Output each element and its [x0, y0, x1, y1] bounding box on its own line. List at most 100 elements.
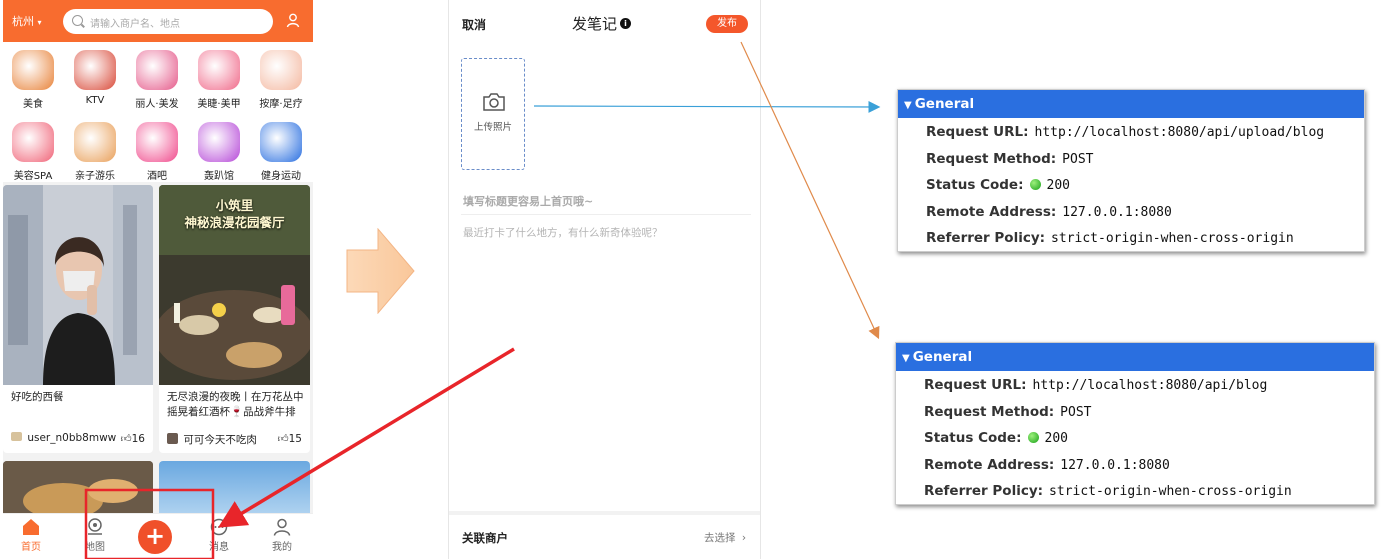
blog-cover-overlay-title: 小筑里 神秘浪漫花园餐厅 — [184, 198, 285, 230]
general-section-title: General — [912, 349, 973, 365]
blog-author: 可可今天不吃肉 — [167, 432, 257, 447]
request-row-key: Request Method: — [924, 403, 1055, 420]
request-row: Status Code: 200 — [926, 177, 1070, 193]
request-row-key: Status Code: — [924, 430, 1022, 446]
general-section-header[interactable]: ▼ General — [896, 343, 1374, 371]
cocktail-icon — [136, 122, 178, 162]
request-general-panel: ▼ General Request URL: http://localhost:808… — [897, 89, 1365, 252]
request-row-value: 127.0.0.1:8080 — [1062, 204, 1172, 220]
general-section-title: General — [914, 96, 975, 112]
tab-message[interactable]: 消息 — [194, 518, 244, 553]
search-placeholder: 请输入商户名、地点 — [90, 19, 180, 30]
city-selector[interactable]: 杭州 ▾ — [12, 13, 42, 29]
user-icon[interactable] — [286, 13, 300, 28]
tab-home[interactable]: 首页 — [6, 518, 56, 553]
request-row: Status Code: 200 — [924, 430, 1068, 446]
request-row-key: Remote Address: — [924, 456, 1055, 473]
annotation-arrow-orange — [740, 41, 880, 340]
request-row-value: strict-origin-when-cross-origin — [1051, 231, 1294, 246]
related-shop-label: 关联商户 — [462, 531, 508, 545]
general-section-header[interactable]: ▼ General — [898, 90, 1364, 118]
publish-button[interactable]: 发布 — [706, 15, 748, 33]
like-count[interactable]: 👍︎16 — [121, 432, 145, 445]
category-label: 丽人·美发 — [135, 99, 179, 110]
category-grid: 美食 KTV 丽人·美发 美睫·美甲 按摩·足疗美容SPA 亲子游乐 酒吧 轰趴馆 健身运动 — [3, 42, 313, 182]
foot-massage-icon — [260, 50, 302, 90]
request-row-key: Referrer Policy: — [924, 483, 1044, 499]
request-row-key: Request URL: — [924, 377, 1027, 393]
map-pin-icon — [88, 518, 102, 535]
blog-cover-image — [159, 461, 310, 521]
add-blog-button[interactable]: + — [138, 520, 172, 554]
category-label: 酒吧 — [147, 171, 167, 182]
blog-author: user_n0bb8mww — [11, 432, 116, 444]
page-title: 发笔记 — [572, 15, 618, 33]
upload-photo-label: 上传照片 — [473, 122, 512, 133]
home-header: 杭州 ▾ 请输入商户名、地点 — [3, 0, 313, 42]
request-row-value: 200 — [1044, 431, 1068, 446]
divider — [449, 511, 760, 515]
chevron-right-icon: › — [741, 532, 747, 544]
thumbs-up-icon: 👍︎ — [277, 433, 289, 445]
category-1[interactable]: KTV — [65, 50, 125, 106]
blog-card[interactable]: 好吃的西餐 user_n0bb8mww 👍︎16 — [3, 185, 153, 453]
blog-card[interactable]: 小筑里 神秘浪漫花园餐厅 无尽浪漫的夜晚丨在万花丛中摇晃着红酒杯🍷品战斧牛排 可… — [159, 185, 310, 453]
request-general-panel: ▼ General Request URL: http://localhost:808… — [895, 342, 1375, 505]
category-label: 美容SPA — [13, 171, 53, 182]
category-0[interactable]: 美食 — [3, 50, 63, 110]
roast-chicken-icon — [12, 50, 54, 90]
category-7[interactable]: 酒吧 — [127, 122, 187, 182]
request-row: Request Method: POST — [926, 151, 1093, 167]
blog-title: 无尽浪漫的夜晚丨在万花丛中摇晃着红酒杯🍷品战斧牛排 — [167, 391, 304, 418]
category-6[interactable]: 亲子游乐 — [65, 122, 125, 182]
blog-card[interactable] — [159, 461, 310, 521]
request-row-key: Referrer Policy: — [926, 230, 1046, 246]
avatar — [167, 433, 178, 444]
category-label: 按摩·足疗 — [259, 99, 303, 110]
request-row: Referrer Policy: strict-origin-when-cross… — [926, 230, 1294, 246]
category-label: 美睫·美甲 — [197, 99, 241, 110]
search-input[interactable]: 请输入商户名、地点 — [63, 9, 273, 34]
home-icon — [23, 519, 39, 535]
request-row-key: Status Code: — [926, 177, 1024, 193]
blog-cover-image — [3, 461, 153, 521]
tab-map[interactable]: 地图 — [70, 518, 120, 553]
tab-mine[interactable]: 我的 — [257, 518, 307, 553]
thumbs-up-icon: 👍︎ — [120, 433, 132, 445]
title-input[interactable]: 填写标题更容易上首页哦~ — [463, 193, 593, 209]
search-icon — [72, 15, 83, 26]
category-4[interactable]: 按摩·足疗 — [251, 50, 311, 110]
request-row-value: http://localhost:8080/api/upload/blog — [1034, 125, 1325, 140]
category-8[interactable]: 轰趴馆 — [189, 122, 249, 182]
triangle-down-icon: ▼ — [904, 100, 912, 111]
request-row-value: POST — [1062, 151, 1094, 167]
triangle-down-icon: ▼ — [902, 353, 910, 364]
parent-child-icon — [74, 122, 116, 162]
face-mask-icon — [12, 122, 54, 162]
request-row-value: http://localhost:8080/api/blog — [1032, 378, 1268, 393]
category-5[interactable]: 美容SPA — [3, 122, 63, 182]
upload-photo-button[interactable]: 上传照片 — [461, 58, 525, 170]
request-row: Remote Address: 127.0.0.1:8080 — [924, 457, 1170, 473]
like-count[interactable]: 👍︎15 — [278, 432, 302, 445]
request-row: Request URL: http://localhost:8080/api/bl… — [924, 377, 1267, 393]
status-ok-icon — [1029, 179, 1041, 190]
blog-card[interactable] — [3, 461, 153, 521]
category-label: 亲子游乐 — [75, 171, 115, 182]
cancel-button[interactable]: 取消 — [462, 16, 486, 33]
info-icon[interactable]: i — [620, 18, 631, 29]
category-2[interactable]: 丽人·美发 — [127, 50, 187, 110]
chevron-down-icon: ▾ — [37, 18, 42, 27]
category-3[interactable]: 美睫·美甲 — [189, 50, 249, 110]
content-textarea[interactable]: 最近打卡了什么地方，有什么新奇体验呢？ — [463, 225, 663, 240]
request-row: Remote Address: 127.0.0.1:8080 — [926, 204, 1172, 220]
category-label: KTV — [85, 95, 105, 106]
flow-arrow — [346, 228, 415, 314]
request-row-value: POST — [1060, 404, 1092, 420]
blog-cover-image — [3, 185, 153, 385]
request-row-key: Request URL: — [926, 124, 1029, 140]
dumbbell-icon — [260, 122, 302, 162]
select-shop-link[interactable]: 去选择 › — [704, 530, 746, 545]
category-9[interactable]: 健身运动 — [251, 122, 311, 182]
city-label: 杭州 — [12, 15, 34, 28]
